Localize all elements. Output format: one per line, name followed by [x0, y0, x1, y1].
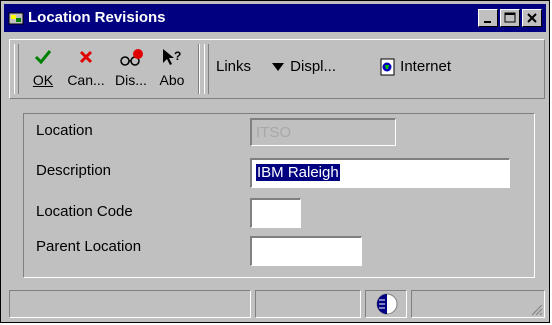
cancel-label: Can... [67, 72, 105, 88]
cancel-button[interactable]: Can... [62, 44, 110, 96]
app-icon[interactable] [8, 10, 24, 26]
close-icon [527, 13, 537, 23]
resize-grip-icon[interactable] [529, 302, 543, 316]
cancel-x-icon [77, 48, 95, 69]
parent-location-field[interactable] [250, 236, 362, 266]
toolbar-separator [198, 44, 200, 94]
display-menu-label: Displ... [290, 58, 337, 75]
glasses-icon [118, 48, 144, 71]
display-menu[interactable]: Displ... [270, 58, 336, 75]
title-bar[interactable]: Location Revisions [4, 4, 546, 32]
location-revisions-window: Location Revisions OK Can... Dis... ? Ab… [0, 0, 550, 323]
minimize-button[interactable] [478, 9, 498, 27]
location-label: Location [36, 122, 93, 139]
status-cell-4 [411, 290, 545, 318]
display-label: Dis... [115, 72, 147, 88]
location-field: ITSO [250, 118, 396, 146]
ok-label: OK [32, 72, 54, 88]
minimize-icon [484, 21, 491, 23]
toolbar-grip-2[interactable] [204, 44, 209, 94]
internet-globe-icon [380, 58, 395, 76]
ok-button[interactable]: OK [26, 44, 60, 96]
svg-text:?: ? [174, 49, 181, 63]
toolbar: OK Can... Dis... ? Abo Links Displ... In… [9, 39, 545, 99]
internet-label: Internet [400, 58, 452, 75]
status-cell-2 [255, 290, 361, 318]
window-title: Location Revisions [28, 9, 166, 26]
description-label: Description [36, 162, 112, 179]
display-button[interactable]: Dis... [110, 44, 152, 96]
maximize-button[interactable] [500, 9, 520, 27]
dropdown-arrow-icon [272, 63, 284, 72]
network-globe-icon [376, 293, 398, 315]
checkmark-icon [33, 48, 53, 69]
parent-location-label: Parent Location [36, 238, 142, 255]
toolbar-grip[interactable] [14, 44, 19, 94]
status-cell-1 [9, 290, 251, 318]
status-cell-3 [365, 290, 407, 318]
help-pointer-icon: ? [160, 48, 184, 71]
status-bar [9, 288, 549, 320]
form-panel: Location ITSO Description IBM Raleigh Lo… [23, 113, 535, 278]
about-button[interactable]: ? Abo [152, 44, 192, 96]
description-value: IBM Raleigh [256, 164, 340, 181]
internet-link[interactable]: Internet [380, 58, 451, 76]
links-menu[interactable]: Links [216, 58, 251, 75]
maximize-icon [504, 12, 516, 23]
about-label: Abo [159, 72, 185, 88]
location-code-field[interactable] [250, 198, 301, 228]
close-button[interactable] [522, 9, 542, 27]
description-field[interactable]: IBM Raleigh [250, 158, 510, 188]
location-code-label: Location Code [36, 203, 133, 220]
